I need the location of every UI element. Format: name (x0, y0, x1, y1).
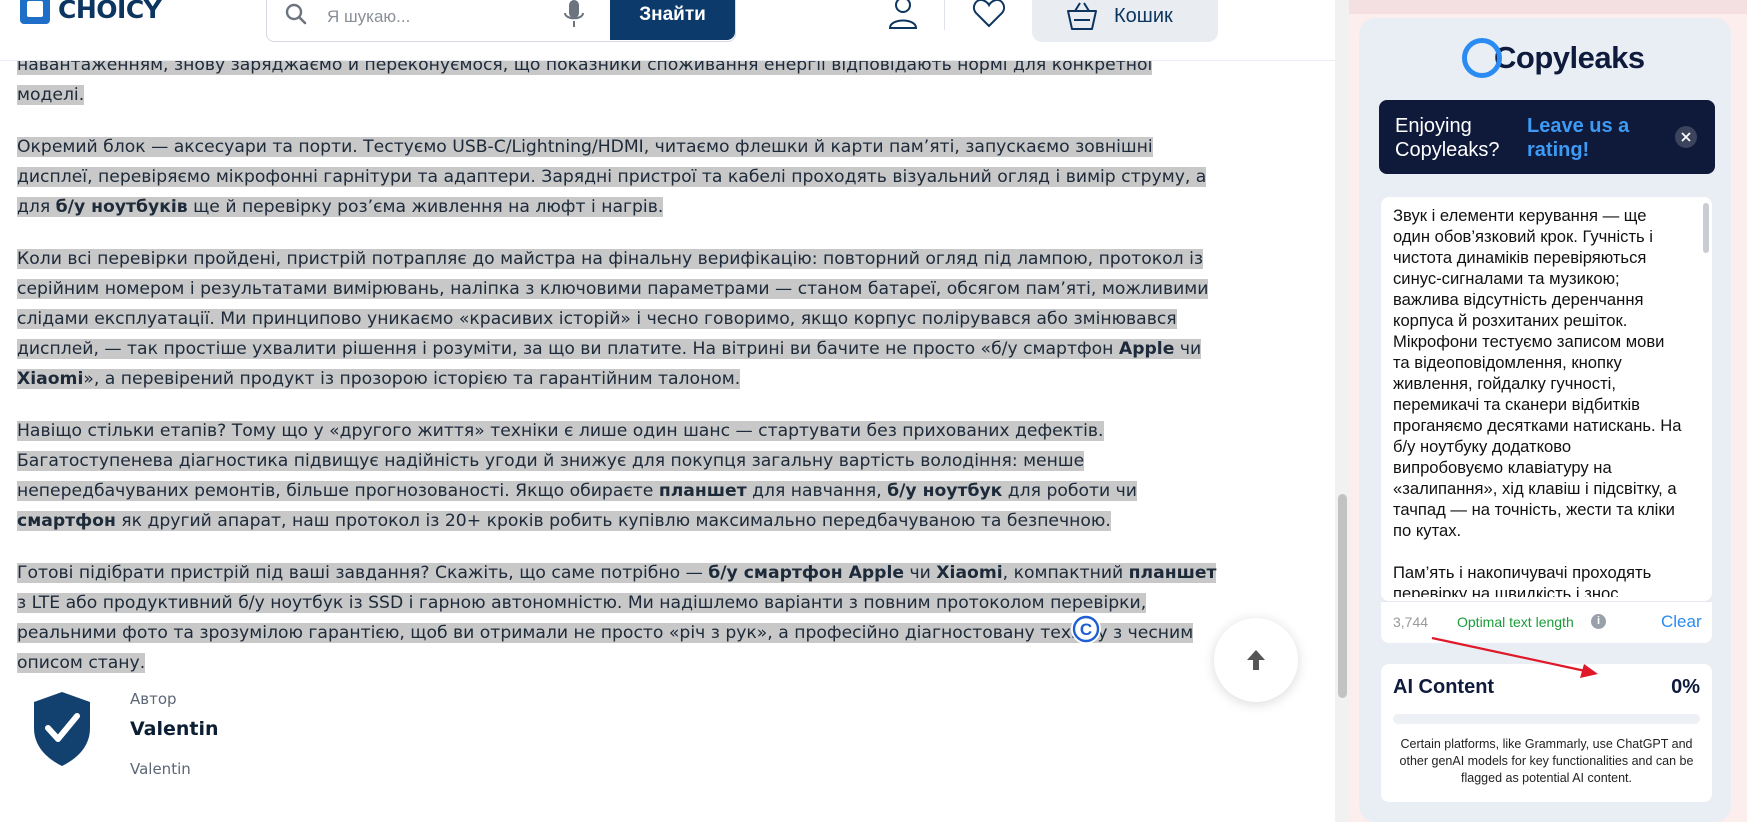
search-input[interactable] (325, 3, 659, 31)
keyword-text: б/у ноутбуків (55, 197, 188, 217)
cart-button[interactable]: Кошик (1032, 0, 1218, 42)
paragraph-text: чи (1174, 339, 1202, 359)
banner-question: Enjoying Copyleaks? (1395, 115, 1500, 161)
mic-icon[interactable] (563, 0, 585, 29)
ai-content-value: 0% (1671, 676, 1700, 698)
clear-button[interactable]: Clear (1661, 612, 1702, 632)
choicy-logo-icon (20, 0, 50, 24)
page-scrollbar-thumb[interactable] (1338, 494, 1347, 698)
text-input-box[interactable]: Звук і елементи керування — ще один обов… (1381, 197, 1712, 601)
logo-text: CHOICY (58, 0, 162, 24)
page-scrollbar[interactable] (1335, 0, 1349, 822)
paragraph-text: для навчання, (746, 481, 888, 501)
copyleaks-logo: Copyleaks (1462, 34, 1645, 82)
textbox-scrollbar-thumb[interactable] (1703, 203, 1709, 253)
ai-content-bar (1393, 714, 1700, 724)
store-page: навантаженням, знову заряджаємо й переко… (0, 0, 1335, 822)
keyword-text: Xiaomi (936, 563, 1003, 583)
leave-rating-link[interactable]: Leave us a rating! (1527, 114, 1667, 162)
svg-text:C: C (1080, 620, 1092, 639)
copyleaks-logo-icon (1462, 38, 1502, 78)
paragraph-text: », а перевірений продукт із прозорою іст… (83, 369, 741, 389)
char-count: 3,744 (1393, 614, 1429, 630)
article-paragraph: Навіщо стільки етапів? Тому що у «другог… (17, 416, 1217, 536)
article-body: навантаженням, знову заряджаємо й переко… (17, 50, 1217, 700)
user-icon[interactable] (888, 0, 918, 30)
article-paragraph: Готові підібрати пристрій під ваші завда… (17, 558, 1217, 678)
ai-content-note: Certain platforms, like Grammarly, use C… (1399, 737, 1694, 785)
keyword-text: Apple (1118, 339, 1175, 359)
author-block: Автор Valentin Valentin (30, 690, 630, 800)
article-paragraph: Окремий блок — аксесуари та порти. Тесту… (17, 132, 1217, 222)
arrow-up-icon (1247, 650, 1265, 670)
paragraph-text: навантаженням, знову заряджаємо й переко… (17, 55, 1153, 105)
close-banner-button[interactable] (1675, 126, 1697, 148)
paragraph-text: ще й перевірку роз’єма живлення на люфт … (187, 197, 664, 217)
cart-label: Кошик (1114, 4, 1173, 27)
paragraph-text: як другий апарат, наш протокол із 20+ кр… (115, 511, 1111, 531)
extension-panel-top (1349, 0, 1747, 14)
close-icon (1681, 132, 1691, 142)
header-divider (944, 0, 945, 30)
input-text[interactable]: Звук і елементи керування — ще один обов… (1393, 205, 1683, 597)
keyword-text: б/у ноутбук (887, 481, 1003, 501)
red-arrow-annotation (1431, 636, 1598, 678)
article-paragraph: Коли всі перевірки пройдені, пристрій по… (17, 244, 1217, 394)
text-length-status: Optimal text length (1457, 614, 1574, 630)
paragraph-text: , компактний (1002, 563, 1129, 583)
copyleaks-brand: Copyleaks (1494, 40, 1645, 75)
info-icon[interactable]: i (1591, 614, 1606, 629)
paragraph-text: для роботи чи (1002, 481, 1137, 501)
paragraph-text: з LTE або продуктивний б/у ноутбук із SS… (17, 593, 1194, 673)
search-button[interactable]: Знайти (610, 0, 735, 40)
cart-icon (1067, 2, 1097, 30)
copyleaks-c-icon[interactable]: C (1071, 614, 1101, 644)
scroll-top-button[interactable] (1214, 618, 1298, 702)
search-icon (285, 3, 307, 25)
keyword-text: Xiaomi (17, 369, 84, 389)
keyword-text: б/у смартфон Apple (708, 563, 905, 583)
heart-icon[interactable] (972, 0, 1006, 28)
shield-check-icon (34, 692, 90, 766)
ai-content-card: AI Content 0% Certain platforms, like Gr… (1381, 664, 1712, 802)
paragraph-text: Готові підібрати пристрій під ваші завда… (17, 563, 709, 583)
paragraph-text: Коли всі перевірки пройдені, пристрій по… (17, 249, 1209, 359)
author-caption: Автор (130, 690, 177, 708)
keyword-text: планшет (1128, 563, 1217, 583)
logo[interactable]: CHOICY (20, 0, 162, 26)
keyword-text: смартфон (17, 511, 116, 531)
paragraph-text: чи (904, 563, 937, 583)
author-name[interactable]: Valentin (130, 718, 219, 740)
keyword-text: планшет (658, 481, 747, 501)
site-header: CHOICY Знайти (0, 0, 1335, 61)
author-subtitle: Valentin (130, 760, 191, 778)
rating-banner: Enjoying Copyleaks? Leave us a rating! (1379, 100, 1715, 174)
